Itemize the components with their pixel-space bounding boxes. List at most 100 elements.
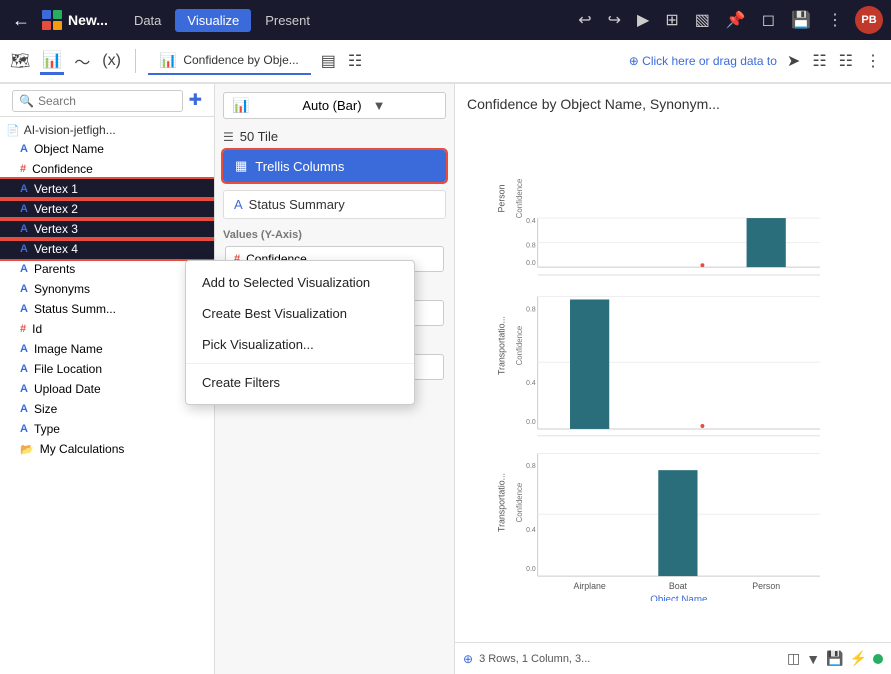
viz-type-selector[interactable]: 📊 Auto (Bar) ▼ [223,92,446,119]
field-file-location[interactable]: A File Location [0,359,214,379]
settings-icon[interactable]: ☷ [837,49,855,73]
field-vertex4[interactable]: A Vertex 4 [0,239,214,259]
field-my-calculations[interactable]: 📂 My Calculations [0,439,214,459]
nav-bar: Data Visualize Present [122,9,322,32]
nav-visualize[interactable]: Visualize [175,9,251,32]
filter2-icon[interactable]: ☷ [810,49,828,73]
field-object-name[interactable]: A Object Name [0,139,214,159]
formula-icon[interactable]: (x) [100,50,123,72]
main-layout: 🔍 ✚ 📄 AI-vision-jetfigh... A Object Name… [0,84,891,674]
chevron-right-icon[interactable]: ➤ [785,49,802,73]
field-type-icon: A [20,243,28,255]
field-synonyms[interactable]: A Synonyms [0,279,214,299]
divider-1 [135,49,136,73]
redo-button[interactable]: ↪ [604,8,625,32]
bar-chart-icon: 📊 [232,97,296,114]
field-upload-date[interactable]: A Upload Date [0,379,214,399]
field-type-icon: A [20,363,28,375]
field-label: Upload Date [34,382,101,396]
more2-icon[interactable]: ⋮ [863,49,883,73]
context-create-filters[interactable]: Create Filters [186,367,414,398]
series3-ylabel: Confidence [515,483,524,523]
field-vertex1[interactable]: A Vertex 1 [0,179,214,199]
field-confidence[interactable]: # Confidence [0,159,214,179]
field-vertex2[interactable]: A Vertex 2 [0,199,214,219]
x-label-boat: Boat [669,581,688,591]
chevron-down-status[interactable]: ▼ [806,651,820,667]
viz-tab-label: Confidence by Obje... [183,53,298,67]
field-id[interactable]: # Id [0,319,214,339]
field-vertex3[interactable]: A Vertex 3 [0,219,214,239]
field-image-name[interactable]: A Image Name [0,339,214,359]
trellis-label: Trellis Columns [255,159,344,174]
layout-button[interactable]: ▧ [691,8,714,32]
field-label: Vertex 3 [34,222,78,236]
pin-button[interactable]: 📌 [722,8,750,32]
trellis-columns-section[interactable]: ▦ Trellis Columns [223,150,446,182]
add-field-button[interactable]: ✚ [189,90,202,110]
field-label: Vertex 4 [34,242,78,256]
more-button[interactable]: ⋮ [823,8,847,32]
save-status-icon[interactable]: 💾 [826,650,843,667]
save-button[interactable]: 💾 [787,8,815,32]
chart-area: Confidence by Object Name, Synonym... Pe… [455,84,891,642]
series3-label: Transportatio... [496,473,506,532]
add-data-btn[interactable]: ⊕ Click here or drag data to [629,54,777,68]
search-input[interactable] [38,94,176,108]
x-label-airplane: Airplane [573,581,605,591]
chart-icon[interactable]: 📊 [40,48,64,75]
bar-row2-airplane [570,299,609,428]
context-add-to-viz[interactable]: Add to Selected Visualization [186,267,414,298]
svg-text:0.0: 0.0 [526,566,536,573]
status-summary-label: Status Summary [249,197,345,212]
field-label: Object Name [34,142,104,156]
status-summary-section[interactable]: A Status Summary [223,190,446,219]
field-type-icon: A [20,383,28,395]
field-type-icon: A [20,283,28,295]
field-type[interactable]: A Type [0,419,214,439]
nav-present[interactable]: Present [253,9,322,32]
toolbar-actions: ↩ ↪ ▶ ⊞ ▧ 📌 ◻ 💾 ⋮ PB [574,6,883,34]
viz-tab[interactable]: 📊 Confidence by Obje... [148,48,311,75]
A-icon: A [234,197,243,212]
tile-label: 50 Tile [240,129,278,144]
series2-ylabel: Confidence [515,326,524,366]
field-type-icon: A [20,223,28,235]
data-source-header[interactable]: 📄 AI-vision-jetfigh... [0,121,214,139]
play-button[interactable]: ▶ [633,8,653,32]
line-icon[interactable]: 〜 [72,47,92,75]
field-label: Vertex 1 [34,182,78,196]
calc-folder-icon: 📂 [20,443,34,456]
expand-button[interactable]: ◻ [758,8,779,32]
nav-data[interactable]: Data [122,9,173,32]
back-button[interactable]: ← [8,10,34,31]
logo-icon [40,8,64,32]
grid-button[interactable]: ⊞ [661,8,682,32]
bar-row1-person [747,218,786,267]
folder-icon: 📄 [6,124,20,137]
undo-button[interactable]: ↩ [574,8,595,32]
context-create-best-viz[interactable]: Create Best Visualization [186,298,414,329]
series1-label: Person [496,184,506,212]
user-avatar[interactable]: PB [855,6,883,34]
grid-status-icon[interactable]: ◫ [787,650,800,667]
flash-icon[interactable]: ⚡ [850,650,867,667]
sub-toolbar: 🗺 📊 〜 (x) 📊 Confidence by Obje... ▤ ☷ ⊕ … [0,40,891,84]
field-status-summary[interactable]: A Status Summ... [0,299,214,319]
field-size[interactable]: A Size [0,399,214,419]
svg-text:0.8: 0.8 [526,306,536,313]
tile-icon: ☰ [223,130,234,144]
db-icon[interactable]: 🗺 [8,49,32,73]
filter-icon[interactable]: ☷ [346,49,364,73]
context-pick-viz[interactable]: Pick Visualization... [186,329,414,360]
field-list: 📄 AI-vision-jetfigh... A Object Name # C… [0,117,214,674]
svg-text:0.4: 0.4 [526,380,536,387]
trellis-icon: ▦ [235,158,247,174]
grid-layout-icon[interactable]: ▤ [319,49,338,73]
bar-row3-boat [658,470,697,576]
field-type-icon: A [20,403,28,415]
data-source-label: AI-vision-jetfigh... [24,123,116,137]
svg-text:0.8: 0.8 [526,243,536,250]
field-parents[interactable]: A Parents [0,259,214,279]
svg-text:0.8: 0.8 [526,463,536,470]
